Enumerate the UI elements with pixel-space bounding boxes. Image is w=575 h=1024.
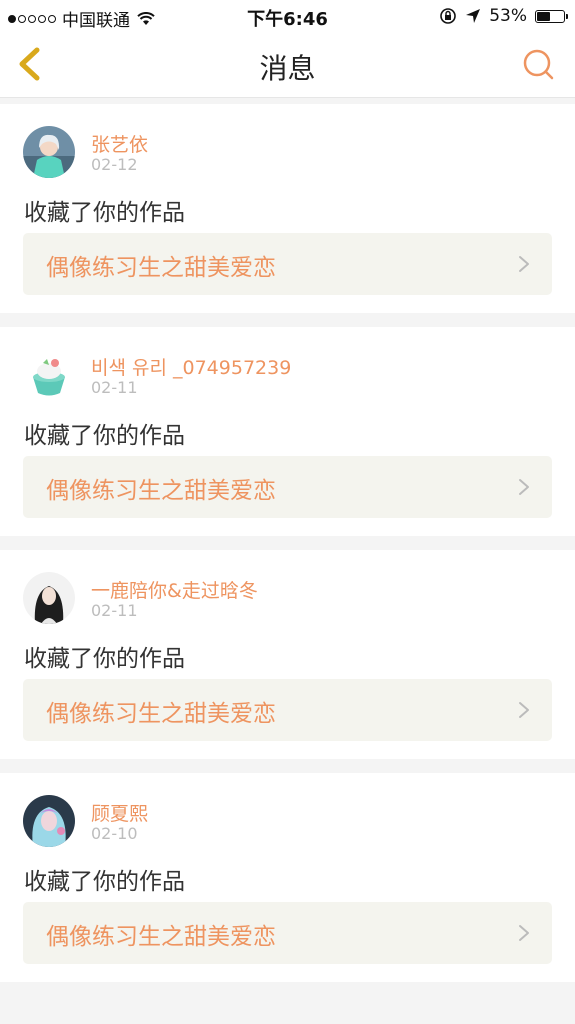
message-card: 비색 유리 _074957239 02-11 收藏了你的作品 偶像练习生之甜美爱… [0,327,575,536]
chevron-right-icon [519,256,529,272]
chevron-right-icon [519,925,529,941]
work-title: 偶像练习生之甜美爱恋 [46,478,276,504]
user-name[interactable]: 一鹿陪你&走过晗冬 [91,576,258,603]
avatar[interactable] [23,795,75,847]
user-name[interactable]: 비색 유리 _074957239 [91,353,291,380]
message-date: 02-10 [91,824,138,843]
chevron-right-icon [519,702,529,718]
message-date: 02-12 [91,155,138,174]
work-title: 偶像练习生之甜美爱恋 [46,255,276,281]
battery-percentage: 53% [489,6,527,26]
work-link[interactable]: 偶像练习生之甜美爱恋 [23,456,552,518]
work-link[interactable]: 偶像练习生之甜美爱恋 [23,902,552,964]
avatar[interactable] [23,572,75,624]
action-text: 收藏了你的作品 [24,423,185,449]
message-date: 02-11 [91,378,138,397]
message-date: 02-11 [91,601,138,620]
rotation-lock-icon [440,8,457,24]
search-button[interactable] [521,47,555,81]
message-list: 张艺依 02-12 收藏了你的作品 偶像练习生之甜美爱恋 비색 유리 _0749… [0,98,575,982]
work-link[interactable]: 偶像练习生之甜美爱恋 [23,233,552,295]
search-icon [523,49,554,80]
battery-icon [535,9,568,23]
chevron-right-icon [519,479,529,495]
battery-fill [537,11,550,21]
message-card: 张艺依 02-12 收藏了你的作品 偶像练习生之甜美爱恋 [0,104,575,313]
action-text: 收藏了你的作品 [24,646,185,672]
message-card: 顾夏熙 02-10 收藏了你的作品 偶像练习生之甜美爱恋 [0,773,575,982]
user-name[interactable]: 张艺依 [91,130,148,157]
status-bar: 中国联通 下午6:46 53% [0,0,575,32]
action-text: 收藏了你的作品 [24,869,185,895]
user-name[interactable]: 顾夏熙 [91,799,148,826]
avatar[interactable] [23,126,75,178]
status-right: 53% [439,6,568,26]
work-title: 偶像练习生之甜美爱恋 [46,701,276,727]
work-title: 偶像练习生之甜美爱恋 [46,924,276,950]
work-link[interactable]: 偶像练习生之甜美爱恋 [23,679,552,741]
location-arrow-icon [466,9,481,23]
action-text: 收藏了你的作品 [24,200,185,226]
message-card: 一鹿陪你&走过晗冬 02-11 收藏了你的作品 偶像练习生之甜美爱恋 [0,550,575,759]
page-title: 消息 [259,52,316,85]
avatar[interactable] [23,349,75,401]
navigation-bar: 消息 [0,32,575,98]
